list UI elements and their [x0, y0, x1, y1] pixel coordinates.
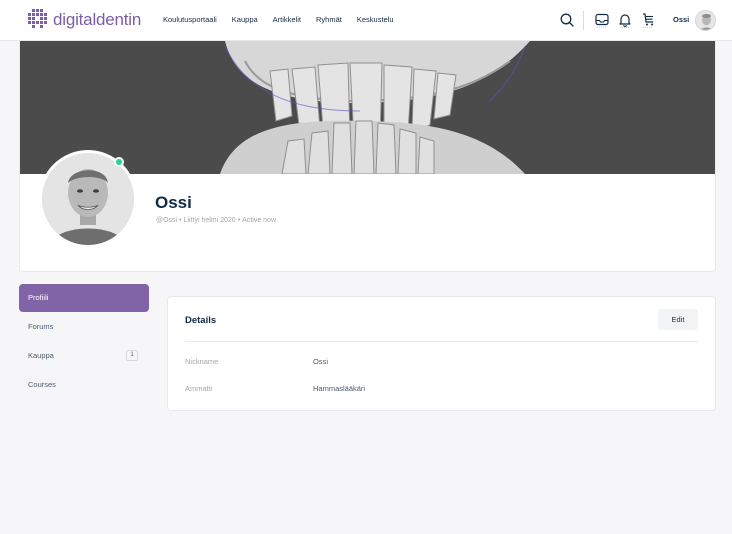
header-username[interactable]: Ossi — [673, 15, 689, 24]
nav-item-koulutusportaali[interactable]: Koulutusportaali — [163, 15, 217, 24]
nav-item-keskustelu[interactable]: Keskustelu — [357, 15, 394, 24]
logo-text: digitaldentin — [53, 9, 142, 29]
meta-separator: • — [237, 217, 241, 224]
profile-joined: Liittyi helmi 2020 — [183, 217, 236, 224]
cover-photo — [20, 41, 715, 174]
sidebar-item-profiili[interactable]: Profiili — [19, 284, 149, 312]
nav-item-ryhmat[interactable]: Ryhmät — [316, 15, 342, 24]
profile-meta: @Ossi • Liittyi helmi 2020 • Active now — [156, 217, 276, 224]
nav-item-artikkelit[interactable]: Artikkelit — [273, 15, 301, 24]
main-nav: Koulutusportaali Kauppa Artikkelit Ryhmä… — [163, 15, 409, 24]
bell-icon[interactable] — [617, 12, 633, 28]
online-status-dot — [114, 157, 124, 167]
field-value-ammatti: Hammaslääkäri — [313, 384, 366, 393]
details-divider — [185, 341, 698, 342]
details-card: Details Edit Nickname Ossi Ammatti Hamma… — [167, 296, 716, 411]
edit-button[interactable]: Edit — [658, 309, 698, 330]
inbox-icon[interactable] — [594, 12, 610, 28]
profile-status: Active now — [242, 217, 277, 224]
cart-icon[interactable] — [640, 12, 656, 28]
field-value-nickname: Ossi — [313, 357, 328, 366]
field-label-ammatti: Ammatti — [185, 384, 213, 393]
profile-header-card: Ossi @Ossi • Liittyi helmi 2020 • Active now — [19, 41, 716, 272]
sidebar-item-label: Profiili — [28, 293, 49, 302]
field-label-nickname: Nickname — [185, 357, 219, 366]
sidebar-item-label: Forums — [28, 322, 54, 331]
search-icon[interactable] — [559, 12, 575, 28]
profile-sidebar: Profiili Forums Kauppa 1 Courses — [19, 284, 149, 399]
header-avatar[interactable] — [695, 10, 716, 31]
sidebar-item-kauppa[interactable]: Kauppa 1 — [19, 341, 149, 370]
sidebar-item-courses[interactable]: Courses — [19, 370, 149, 399]
sidebar-count-badge: 1 — [126, 350, 138, 361]
sidebar-item-label: Courses — [28, 380, 56, 389]
logo[interactable]: digitaldentin — [28, 9, 141, 30]
profile-name: Ossi — [155, 193, 192, 212]
meta-separator: • — [179, 217, 182, 224]
logo-tooth-icon — [28, 9, 47, 28]
top-header: digitaldentin Koulutusportaali Kauppa Ar… — [0, 0, 732, 41]
header-divider — [583, 11, 584, 30]
nav-item-kauppa[interactable]: Kauppa — [232, 15, 258, 24]
profile-handle: @Ossi — [156, 217, 178, 224]
sidebar-item-forums[interactable]: Forums — [19, 312, 149, 341]
details-title: Details — [185, 315, 217, 326]
sidebar-item-label: Kauppa — [28, 351, 54, 360]
